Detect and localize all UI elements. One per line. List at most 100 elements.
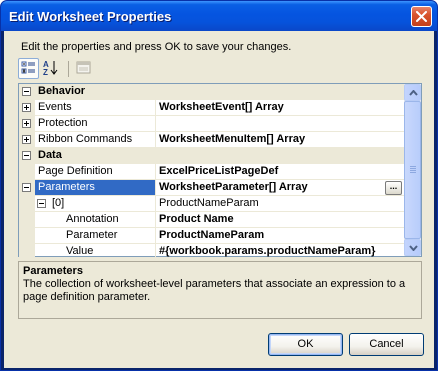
name-text: Parameters [38, 181, 95, 193]
row-gutter [19, 84, 35, 100]
property-name[interactable]: Page Definition [35, 164, 156, 180]
close-icon [416, 11, 427, 22]
window-title: Edit Worksheet Properties [9, 9, 172, 24]
sort-az-icon: A Z [43, 60, 58, 77]
property-row[interactable]: Value #{workbook.params.productNameParam} [19, 244, 405, 260]
scroll-down-button[interactable] [404, 239, 421, 256]
name-text: Page Definition [38, 165, 113, 177]
expand-icon[interactable] [22, 119, 31, 128]
collapse-icon[interactable] [22, 183, 31, 192]
thumb-grip-line [410, 166, 416, 167]
row-gutter [19, 164, 35, 180]
property-value[interactable]: WorksheetParameter[] Array... [156, 180, 405, 196]
name-text: Annotation [66, 213, 119, 225]
thumb-grip-line [410, 168, 416, 169]
close-button[interactable] [411, 6, 432, 27]
row-gutter [19, 228, 35, 244]
property-value[interactable]: ProductNameParam [156, 228, 405, 244]
alphabetical-button[interactable]: A Z [41, 58, 62, 79]
property-value[interactable]: Product Name [156, 212, 405, 228]
value-text: WorksheetParameter[] Array [159, 181, 308, 193]
row-gutter [19, 212, 35, 228]
name-text: Value [66, 245, 94, 257]
categorized-button[interactable] [18, 58, 39, 79]
property-row[interactable]: Events WorksheetEvent[] Array [19, 100, 405, 116]
property-pages-button[interactable] [74, 58, 95, 79]
row-gutter [19, 196, 35, 212]
property-grid-toolbar: A Z [18, 58, 118, 80]
scroll-up-button[interactable] [404, 84, 421, 101]
thumb-grip-line [410, 170, 416, 171]
property-row[interactable]: Parameters WorksheetParameter[] Array... [19, 180, 405, 196]
cancel-button[interactable]: Cancel [349, 333, 424, 356]
value-text: #{workbook.params.productNameParam} [159, 245, 376, 257]
property-row[interactable]: Annotation Product Name [19, 212, 405, 228]
property-row[interactable]: Page Definition ExcelPriceListPageDef [19, 164, 405, 180]
expand-icon[interactable] [22, 103, 31, 112]
instructions-text: Edit the properties and press OK to save… [21, 41, 292, 53]
property-row[interactable]: Protection [19, 116, 405, 132]
property-name[interactable]: Events [35, 100, 156, 116]
dialog-window: Edit Worksheet Properties Edit the prope… [0, 0, 438, 371]
description-text: The collection of worksheet-level parame… [23, 278, 406, 303]
thumb-grip-line [410, 172, 416, 173]
categorized-icon [21, 61, 35, 74]
name-text: Parameter [66, 229, 118, 241]
title-bar[interactable]: Edit Worksheet Properties [1, 1, 437, 31]
vertical-scrollbar[interactable] [404, 84, 421, 256]
row-gutter [19, 132, 35, 148]
row-gutter [19, 116, 35, 132]
svg-text:Z: Z [43, 68, 48, 77]
description-panel: Parameters The collection of worksheet-l… [18, 261, 422, 319]
property-row[interactable]: Parameter ProductNameParam [19, 228, 405, 244]
value-text: Product Name [159, 213, 234, 225]
property-value[interactable]: WorksheetEvent[] Array [156, 100, 405, 116]
category-name[interactable]: Data [35, 148, 405, 164]
property-row[interactable]: [0] ProductNameParam [19, 196, 405, 212]
property-value[interactable]: #{workbook.params.productNameParam} [156, 244, 405, 260]
category-row[interactable]: Data [19, 148, 405, 164]
value-text: ExcelPriceListPageDef [159, 165, 279, 177]
row-gutter [19, 100, 35, 116]
collapse-icon[interactable] [22, 87, 31, 96]
property-name[interactable]: [0] [35, 196, 156, 212]
row-gutter [19, 148, 35, 164]
value-text: WorksheetEvent[] Array [159, 101, 284, 113]
expand-icon[interactable] [22, 135, 31, 144]
collapse-icon[interactable] [22, 151, 31, 160]
scroll-thumb[interactable] [404, 101, 421, 239]
property-value[interactable]: WorksheetMenuItem[] Array [156, 132, 405, 148]
property-pages-icon [76, 61, 91, 74]
name-text: [0] [52, 197, 65, 209]
property-name[interactable]: Parameters [35, 180, 156, 196]
name-text: Ribbon Commands [38, 133, 133, 145]
value-text: WorksheetMenuItem[] Array [159, 133, 306, 145]
property-grid: Behavior Events WorksheetEvent[] Array Prot… [18, 83, 422, 260]
property-name[interactable]: Parameter [35, 228, 156, 244]
description-title: Parameters [23, 265, 83, 277]
name-text: Behavior [38, 85, 86, 97]
category-name[interactable]: Behavior [35, 84, 405, 100]
category-row[interactable]: Behavior [19, 84, 405, 100]
property-name[interactable]: Value [35, 244, 156, 260]
property-name[interactable]: Ribbon Commands [35, 132, 156, 148]
name-text: Protection [38, 117, 88, 129]
property-name[interactable]: Protection [35, 116, 156, 132]
property-name[interactable]: Annotation [35, 212, 156, 228]
property-value[interactable] [156, 116, 405, 132]
row-gutter [19, 180, 35, 196]
arrow-down-icon [409, 245, 418, 251]
toolbar-separator [68, 61, 69, 77]
value-text: ProductNameParam [159, 229, 265, 241]
name-text: Data [38, 149, 62, 161]
property-value[interactable]: ProductNameParam [156, 196, 405, 212]
property-row[interactable]: Ribbon Commands WorksheetMenuItem[] Array [19, 132, 405, 148]
ok-button[interactable]: OK [268, 333, 343, 356]
collapse-icon[interactable] [37, 199, 46, 208]
ellipsis-button[interactable]: ... [385, 181, 402, 195]
arrow-up-icon [409, 90, 418, 96]
property-value[interactable]: ExcelPriceListPageDef [156, 164, 405, 180]
value-text: ProductNameParam [159, 197, 259, 209]
name-text: Events [38, 101, 72, 113]
row-gutter [19, 244, 35, 260]
